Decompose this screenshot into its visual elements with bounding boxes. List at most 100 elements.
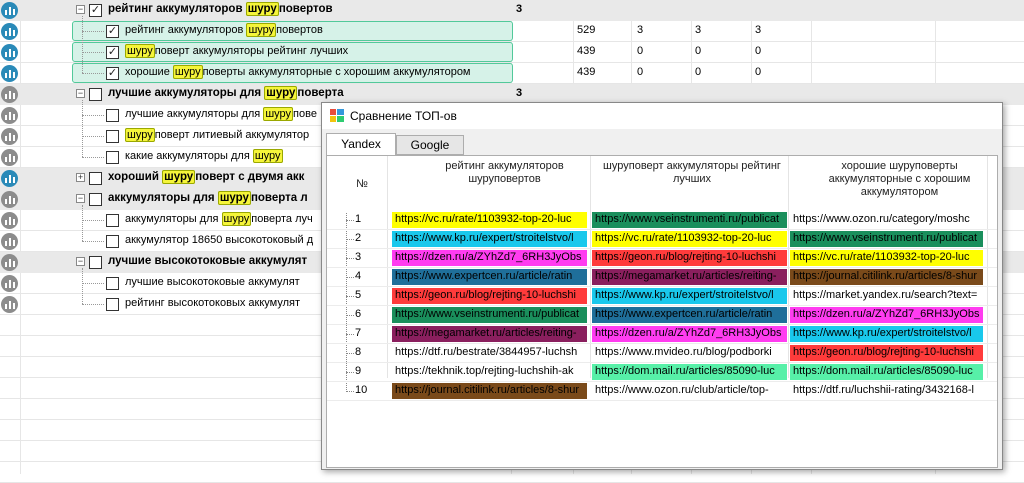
tree-child-row[interactable]: ✓ хорошие шуру поверты аккумуляторные с хо…	[0, 63, 1024, 84]
url-cell[interactable]: https://megamarket.ru/articles/reiting-	[592, 269, 787, 285]
url-cell[interactable]: https://www.kp.ru/expert/stroitelstvo/l	[790, 326, 983, 342]
chart-stats-icon-bar	[4, 220, 7, 225]
metric-value: 3	[637, 24, 644, 36]
row-checkbox[interactable]	[89, 172, 102, 185]
keyword-label: какие аккумуляторы для шуру	[125, 149, 283, 163]
url-cell[interactable]: https://dtf.ru/bestrate/3844957-luchsh	[392, 345, 587, 361]
chart-stats-icon-bar	[8, 7, 11, 15]
row-checkbox[interactable]	[106, 214, 119, 227]
row-checkbox[interactable]	[89, 88, 102, 101]
keyword-text: повертов	[278, 3, 333, 15]
url-cell[interactable]: https://market.yandex.ru/search?text=	[790, 288, 983, 304]
url-cell[interactable]: https://dzen.ru/a/ZYhZd7_6RH3JyObs	[592, 326, 787, 342]
chart-stats-icon-bar	[8, 133, 11, 141]
row-checkbox[interactable]: ✓	[106, 25, 119, 38]
row-checkbox[interactable]	[106, 109, 119, 122]
url-cell[interactable]: https://www.ozon.ru/category/moshc	[790, 212, 983, 228]
collapse-icon[interactable]: −	[76, 194, 85, 203]
chart-stats-icon[interactable]	[1, 149, 18, 166]
url-cell[interactable]: https://www.mvideo.ru/blog/podborki	[592, 345, 787, 361]
dialog-titlebar[interactable]: Сравнение ТОП-ов	[322, 103, 1002, 129]
url-cell[interactable]: https://geon.ru/blog/rejting-10-luchshi	[392, 288, 587, 304]
row-checkbox[interactable]	[106, 235, 119, 248]
url-cell[interactable]: https://tekhnik.top/rejting-luchshih-ak	[392, 364, 587, 380]
chart-stats-icon[interactable]	[1, 233, 18, 250]
keyword-text: поверт с двумя акк	[195, 171, 305, 183]
compare-tops-dialog[interactable]: Сравнение ТОП-ов Yandex Google № рейтинг…	[321, 102, 1003, 470]
url-cell[interactable]: https://dom.mail.ru/articles/85090-luc	[592, 364, 787, 380]
url-cell[interactable]: https://dzen.ru/a/ZYhZd7_6RH3JyObs	[392, 250, 587, 266]
chart-stats-icon[interactable]	[1, 212, 18, 229]
row-checkbox[interactable]	[106, 277, 119, 290]
url-cell[interactable]: https://www.vseinstrumenti.ru/publicat	[592, 212, 787, 228]
url-cell[interactable]: https://www.kp.ru/expert/stroitelstvo/l	[392, 231, 587, 247]
url-cell[interactable]: https://geon.ru/blog/rejting-10-luchshi	[790, 345, 983, 361]
row-checkbox[interactable]: ✓	[106, 46, 119, 59]
tree-connector	[82, 73, 104, 74]
row-checkbox[interactable]: ✓	[89, 4, 102, 17]
collapse-icon[interactable]: −	[76, 5, 85, 14]
chart-stats-icon[interactable]	[1, 275, 18, 292]
tree-group-row[interactable]: − ✓ рейтинг аккумуляторов шуру повертов 3	[0, 0, 1024, 21]
row-checkbox[interactable]	[89, 256, 102, 269]
chart-stats-icon-bar	[4, 262, 7, 267]
group-count: 3	[516, 87, 523, 99]
keyword-text: рейтинг высокотоковых аккумулят	[125, 297, 301, 309]
row-checkbox[interactable]	[89, 193, 102, 206]
url-cell[interactable]: https://dtf.ru/luchshii-rating/3432168-l	[790, 383, 983, 399]
chart-stats-icon[interactable]	[1, 44, 18, 61]
row-checkbox[interactable]: ✓	[106, 67, 119, 80]
keyword-text: лучшие высокотоковые аккумулят	[125, 276, 300, 288]
url-cell[interactable]: https://www.kp.ru/expert/stroitelstvo/l	[592, 288, 787, 304]
tree-child-row[interactable]: ✓ шуру поверт аккумуляторы рейтинг лучших 4…	[0, 42, 1024, 63]
tab-yandex[interactable]: Yandex	[326, 133, 396, 156]
chart-stats-icon[interactable]	[1, 23, 18, 40]
metric-value: 0	[695, 66, 702, 78]
keyword-label: аккумулятор 18650 высокотоковый д	[125, 234, 313, 246]
chart-stats-icon[interactable]	[1, 86, 18, 103]
chart-stats-icon[interactable]	[1, 296, 18, 313]
chart-stats-icon-bar	[4, 115, 7, 120]
url-cell[interactable]: https://vc.ru/rate/1103932-top-20-luc	[592, 231, 787, 247]
row-checkbox[interactable]	[106, 151, 119, 164]
chart-stats-icon-bar	[12, 114, 15, 120]
url-cell[interactable]: https://vc.ru/rate/1103932-top-20-luc	[790, 250, 983, 266]
keyword-text: аккумуляторы для	[125, 213, 222, 225]
row-connector	[346, 334, 354, 335]
keyword-label: хорошие шуру поверты аккумуляторные с хор…	[125, 65, 471, 79]
url-cell[interactable]: https://journal.citilink.ru/articles/8-s…	[790, 269, 983, 285]
chart-stats-icon[interactable]	[1, 128, 18, 145]
tree-connector	[82, 205, 83, 241]
row-checkbox[interactable]	[106, 298, 119, 311]
url-cell[interactable]: https://journal.citilink.ru/articles/8-s…	[392, 383, 587, 399]
metric-value: 439	[577, 45, 596, 57]
row-checkbox[interactable]	[106, 130, 119, 143]
collapse-icon[interactable]: −	[76, 257, 85, 266]
chart-stats-icon[interactable]	[1, 191, 18, 208]
tab-google[interactable]: Google	[396, 135, 464, 155]
url-cell[interactable]: https://megamarket.ru/articles/reiting-	[392, 326, 587, 342]
chart-stats-icon[interactable]	[1, 107, 18, 124]
url-cell[interactable]: https://www.expertcen.ru/article/ratin	[592, 307, 787, 323]
chart-stats-icon-bar	[4, 94, 7, 99]
url-cell[interactable]: https://vc.ru/rate/1103932-top-20-luc	[392, 212, 587, 228]
row-connector	[346, 315, 354, 316]
url-cell[interactable]: https://dzen.ru/a/ZYhZd7_6RH3JyObs	[790, 307, 983, 323]
expand-icon[interactable]: +	[76, 173, 85, 182]
url-cell[interactable]: https://www.vseinstrumenti.ru/publicat	[392, 307, 587, 323]
tree-child-row[interactable]: ✓ рейтинг аккумуляторов шуру повертов 529 3 3…	[0, 21, 1024, 42]
url-cell[interactable]: https://www.vseinstrumenti.ru/publicat	[790, 231, 983, 247]
keyword-highlight: шуру	[264, 86, 298, 100]
chart-stats-icon[interactable]	[1, 254, 18, 271]
keyword-text: аккумулятор 18650 высокотоковый д	[125, 234, 314, 246]
row-connector	[346, 220, 354, 221]
url-cell[interactable]: https://www.expertcen.ru/article/ratin	[392, 269, 587, 285]
chart-stats-icon[interactable]	[1, 170, 18, 187]
url-cell[interactable]: https://www.ozon.ru/club/article/top-	[592, 383, 787, 399]
chart-stats-icon[interactable]	[1, 2, 18, 19]
url-cell[interactable]: https://geon.ru/blog/rejting-10-luchshi	[592, 250, 787, 266]
chart-stats-icon[interactable]	[1, 65, 18, 82]
url-cell[interactable]: https://dom.mail.ru/articles/85090-luc	[790, 364, 983, 380]
collapse-icon[interactable]: −	[76, 89, 85, 98]
keyword-label: аккумуляторы для шуру поверта луч	[125, 212, 313, 226]
